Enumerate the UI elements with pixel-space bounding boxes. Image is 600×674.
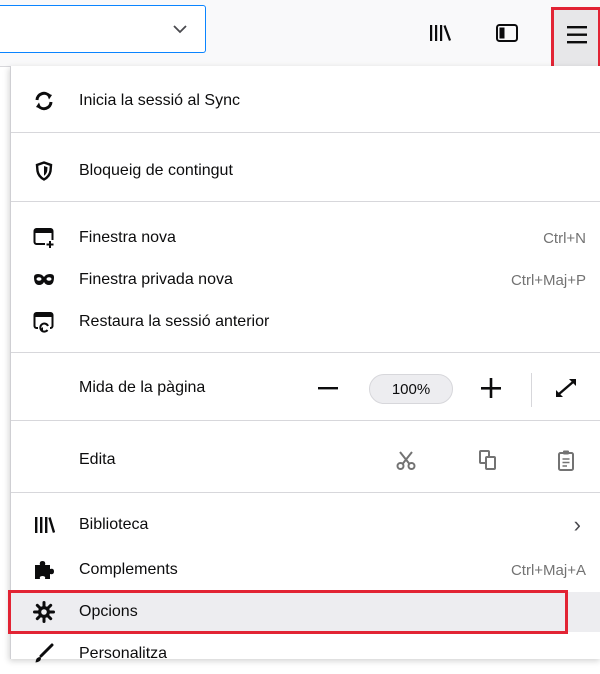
new-window-label: Finestra nova bbox=[79, 229, 176, 246]
content-blocking-menu-item[interactable]: Bloqueig de contingut bbox=[11, 151, 600, 191]
library-label: Biblioteca bbox=[79, 516, 149, 533]
copy-icon[interactable] bbox=[473, 444, 503, 476]
hamburger-menu-icon bbox=[567, 26, 587, 44]
library-icon[interactable] bbox=[425, 18, 455, 48]
shield-icon bbox=[33, 160, 55, 182]
edit-label: Edita bbox=[79, 451, 116, 468]
fullscreen-icon[interactable] bbox=[551, 372, 581, 404]
library-icon bbox=[33, 514, 55, 536]
restore-session-menu-item[interactable]: Restaura la sessió anterior bbox=[11, 302, 600, 342]
content-blocking-label: Bloqueig de contingut bbox=[79, 162, 233, 179]
zoom-value: 100% bbox=[391, 380, 431, 398]
new-window-menu-item[interactable]: Finestra nova Ctrl+N bbox=[11, 218, 600, 258]
paste-icon[interactable] bbox=[551, 444, 581, 476]
highlight-box bbox=[8, 590, 568, 634]
private-window-menu-item[interactable]: Finestra privada nova Ctrl+Maj+P bbox=[11, 260, 600, 300]
separator bbox=[11, 132, 600, 133]
zoom-label: Mida de la pàgina bbox=[79, 379, 206, 396]
library-menu-item[interactable]: Biblioteca › bbox=[11, 505, 600, 545]
edit-controls: Edita bbox=[11, 440, 600, 480]
addons-menu-item[interactable]: Complements Ctrl+Maj+A bbox=[11, 550, 600, 590]
puzzle-icon bbox=[33, 559, 55, 581]
restore-session-label: Restaura la sessió anterior bbox=[79, 313, 270, 330]
zoom-in-button[interactable] bbox=[476, 372, 506, 404]
zoom-out-button[interactable] bbox=[315, 372, 341, 404]
zoom-controls: Mida de la pàgina 100% bbox=[11, 368, 600, 408]
url-bar[interactable] bbox=[0, 5, 206, 53]
zoom-reset-button[interactable]: 100% bbox=[369, 374, 453, 404]
sync-label: Inicia la sessió al Sync bbox=[79, 92, 240, 109]
navigation-toolbar bbox=[0, 0, 600, 69]
paintbrush-icon bbox=[33, 643, 55, 665]
private-window-shortcut: Ctrl+Maj+P bbox=[510, 271, 586, 289]
addons-shortcut: Ctrl+Maj+A bbox=[510, 561, 586, 579]
separator bbox=[11, 492, 600, 493]
addons-label: Complements bbox=[79, 561, 178, 578]
new-window-shortcut: Ctrl+N bbox=[543, 229, 586, 247]
chevron-down-icon[interactable] bbox=[171, 20, 189, 38]
new-window-icon bbox=[33, 227, 55, 249]
private-mask-icon bbox=[33, 269, 55, 291]
customize-label: Personalitza bbox=[79, 645, 168, 662]
scissors-icon[interactable] bbox=[391, 444, 421, 476]
restore-session-icon bbox=[33, 311, 55, 333]
chevron-right-icon: › bbox=[573, 512, 581, 537]
app-menu-panel: Inicia la sessió al Sync Bloqueig de con… bbox=[10, 66, 600, 663]
sidebar-icon[interactable] bbox=[492, 18, 522, 48]
open-menu-button[interactable] bbox=[551, 7, 600, 69]
separator bbox=[11, 352, 600, 353]
private-window-label: Finestra privada nova bbox=[79, 271, 233, 288]
sync-icon bbox=[33, 90, 55, 112]
separator bbox=[11, 201, 600, 202]
separator bbox=[11, 420, 600, 421]
sync-menu-item[interactable]: Inicia la sessió al Sync bbox=[11, 81, 600, 121]
customize-menu-item[interactable]: Personalitza bbox=[11, 634, 600, 674]
separator bbox=[531, 373, 532, 407]
